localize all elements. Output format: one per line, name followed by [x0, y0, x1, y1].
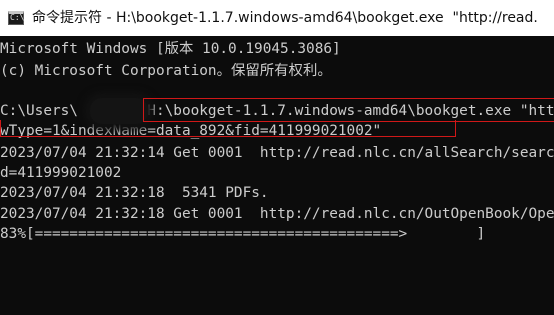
command-highlight-box [143, 98, 554, 122]
console-line: (c) Microsoft Corporation。保留所有权利。 [0, 63, 332, 79]
command-highlight-underline [0, 120, 456, 137]
progress-line: 83%[====================================… [0, 226, 486, 242]
console-line: Microsoft Windows [版本 10.0.19045.3086] [0, 41, 341, 57]
console-line: 2023/07/04 21:32:14 Get 0001 http://read… [0, 145, 554, 161]
console-output[interactable]: Microsoft Windows [版本 10.0.19045.3086] (… [0, 36, 554, 315]
command-prompt-window: C:\ 命令提示符 - H:\bookget-1.1.7.windows-amd… [0, 0, 554, 315]
window-title: 命令提示符 - H:\bookget-1.1.7.windows-amd64\b… [32, 10, 538, 26]
console-line: 2023/07/04 21:32:18 5341 PDFs. [0, 185, 269, 201]
title-bar[interactable]: C:\ 命令提示符 - H:\bookget-1.1.7.windows-amd… [0, 0, 554, 36]
console-line: d=411999021002 [0, 165, 122, 181]
text-cursor [540, 259, 554, 277]
console-line: 2023/07/04 21:32:18 Get 0001 http://read… [0, 206, 554, 222]
cmd-icon: C:\ [8, 11, 24, 25]
